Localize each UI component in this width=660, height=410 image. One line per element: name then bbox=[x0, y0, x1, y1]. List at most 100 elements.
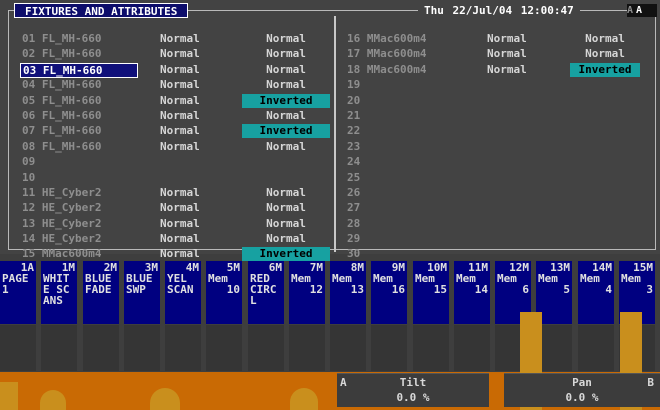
fixture-attr-2[interactable]: Normal bbox=[242, 200, 330, 215]
playback-block[interactable] bbox=[330, 325, 366, 371]
fixture-name: 20 bbox=[347, 93, 361, 107]
softkey-value: 5 bbox=[563, 283, 570, 296]
softkey-value: 4 bbox=[605, 283, 612, 296]
fixture-name: 01 FL_MH-660 bbox=[22, 32, 102, 45]
fixture-attr-2[interactable]: Inverted bbox=[242, 247, 330, 262]
pan-value: 0.0 % bbox=[565, 391, 599, 404]
fixture-attr-1[interactable]: Normal bbox=[487, 31, 527, 46]
accent-shape bbox=[150, 388, 180, 410]
softkey[interactable]: 6M RED CIRC L bbox=[248, 261, 284, 324]
fixture-attr-2[interactable]: Normal bbox=[242, 231, 330, 246]
fixture-name: 06 FL_MH-660 bbox=[22, 108, 102, 122]
fixture-attr-1[interactable]: Normal bbox=[160, 246, 200, 261]
fixture-attr-2[interactable]: Normal bbox=[242, 31, 330, 46]
fixture-attr-2[interactable]: Normal bbox=[570, 31, 640, 46]
softkey-label: PAGE 1 bbox=[2, 272, 29, 296]
fixture-name: 25 bbox=[347, 170, 361, 184]
fixture-attr-1[interactable]: Normal bbox=[160, 185, 200, 200]
softkey-label: WHIT E SC ANS bbox=[43, 272, 70, 307]
mode-badge-letter: A bbox=[636, 5, 643, 16]
fixture-name: 27 bbox=[347, 201, 361, 215]
fixture-attr-1[interactable]: Normal bbox=[160, 231, 200, 246]
pan-label: Pan bbox=[572, 376, 592, 389]
fixture-attr-2[interactable]: Normal bbox=[242, 62, 330, 77]
fixture-attr-2[interactable]: Inverted bbox=[242, 93, 330, 108]
playback-block[interactable] bbox=[371, 325, 407, 371]
playback-block[interactable] bbox=[165, 325, 201, 371]
fixture-name: 17 MMac600m4 bbox=[347, 47, 427, 61]
softkey-value: 6 bbox=[522, 283, 529, 296]
fixture-attr-1[interactable]: Normal bbox=[160, 216, 200, 231]
fixture-attr-1[interactable]: Normal bbox=[487, 62, 527, 77]
fixture-attr-1[interactable]: Normal bbox=[160, 123, 200, 138]
fixture-name: 09 bbox=[22, 155, 36, 169]
fixture-name: 10 bbox=[22, 170, 36, 184]
fixture-attr-2[interactable]: Inverted bbox=[570, 62, 640, 77]
fixture-attr-1[interactable]: Normal bbox=[160, 77, 200, 92]
fixture-name: 15 MMac600m4 bbox=[22, 247, 102, 261]
softkey-label: BLUE SWP bbox=[126, 272, 153, 296]
softkey[interactable]: 8M Mem 13 bbox=[330, 261, 366, 324]
fixture-attr-2[interactable]: Normal bbox=[242, 46, 330, 61]
softkey[interactable]: 3M BLUE SWP bbox=[124, 261, 160, 324]
softkey[interactable]: 4M YEL SCAN bbox=[165, 261, 201, 324]
fixture-name: 21 bbox=[347, 108, 361, 122]
softkey-value: 12 bbox=[309, 283, 323, 296]
fixture-name: 02 FL_MH-660 bbox=[22, 47, 102, 61]
fixture-attr-2[interactable]: Normal bbox=[242, 185, 330, 200]
softkey[interactable]: 2M BLUE FADE bbox=[83, 261, 119, 324]
fixture-name: 26 bbox=[347, 185, 361, 199]
fixture-attr-2[interactable]: Normal bbox=[242, 108, 330, 123]
fixture-attr-1[interactable]: Normal bbox=[160, 139, 200, 154]
fixture-attr-2[interactable]: Normal bbox=[570, 46, 640, 61]
playback-block[interactable] bbox=[289, 325, 325, 371]
fixture-name: 08 FL_MH-660 bbox=[22, 139, 102, 153]
fixture-attr-1[interactable]: Normal bbox=[160, 108, 200, 123]
fixture-attr-2[interactable]: Inverted bbox=[242, 124, 330, 139]
softkey-label: RED CIRC L bbox=[250, 272, 277, 307]
softkey[interactable]: 5M Mem 10 bbox=[206, 261, 242, 324]
fixture-name: 11 HE_Cyber2 bbox=[22, 185, 102, 199]
fixture-name: 03 FL_MH-660 bbox=[20, 62, 138, 78]
fixture-attr-2[interactable]: Normal bbox=[242, 139, 330, 154]
fixture-attr-1[interactable]: Normal bbox=[160, 31, 200, 46]
softkey[interactable]: 7M Mem 12 bbox=[289, 261, 325, 324]
softkey[interactable]: 10M Mem 15 bbox=[413, 261, 449, 324]
fixture-attr-1[interactable]: Normal bbox=[160, 200, 200, 215]
encoder-letter-b: B bbox=[647, 376, 654, 389]
fixture-attr-1[interactable]: Normal bbox=[160, 62, 200, 77]
softkey-value: 3 bbox=[646, 283, 653, 296]
softkey[interactable]: 9M Mem 16 bbox=[371, 261, 407, 324]
softkey[interactable]: 14M Mem 4 bbox=[578, 261, 614, 324]
fixture-name: 28 bbox=[347, 216, 361, 230]
fixture-attr-2[interactable]: Normal bbox=[242, 77, 330, 92]
playback-block[interactable] bbox=[413, 325, 449, 371]
fixture-name: 19 bbox=[347, 78, 361, 92]
panel-frame bbox=[8, 10, 656, 250]
playback-block[interactable] bbox=[206, 325, 242, 371]
pan-encoder[interactable]: Pan 0.0 % B bbox=[504, 373, 660, 407]
playback-block[interactable] bbox=[124, 325, 160, 371]
accent-shape bbox=[40, 390, 66, 410]
softkey[interactable]: 1A PAGE 1 bbox=[0, 261, 36, 324]
fixture-name: 14 HE_Cyber2 bbox=[22, 232, 102, 246]
fixture-name: 07 FL_MH-660 bbox=[22, 124, 102, 138]
playback-block[interactable] bbox=[248, 325, 284, 371]
fixture-attr-1[interactable]: Normal bbox=[487, 46, 527, 61]
playback-block[interactable] bbox=[41, 325, 77, 371]
softkey-row: 1A PAGE 1 1M WHIT E SC ANS 2M BLUE FADE 3M BLUE… bbox=[0, 261, 660, 324]
softkey-value: 16 bbox=[391, 283, 405, 296]
date-time-readout: Thu 22/Jul/04 12:00:47 bbox=[418, 3, 580, 18]
tilt-encoder[interactable]: A Tilt 0.0 % bbox=[337, 373, 489, 407]
playback-block[interactable] bbox=[578, 325, 614, 371]
softkey[interactable]: 11M Mem 14 bbox=[454, 261, 490, 324]
playback-block[interactable] bbox=[83, 325, 119, 371]
fixture-name: 23 bbox=[347, 139, 361, 153]
fixture-attr-1[interactable]: Normal bbox=[160, 46, 200, 61]
softkey-value: 15 bbox=[433, 283, 447, 296]
playback-block[interactable] bbox=[0, 325, 36, 371]
playback-block[interactable] bbox=[454, 325, 490, 371]
fixture-attr-2[interactable]: Normal bbox=[242, 216, 330, 231]
fixture-attr-1[interactable]: Normal bbox=[160, 93, 200, 108]
softkey[interactable]: 1M WHIT E SC ANS bbox=[41, 261, 77, 324]
